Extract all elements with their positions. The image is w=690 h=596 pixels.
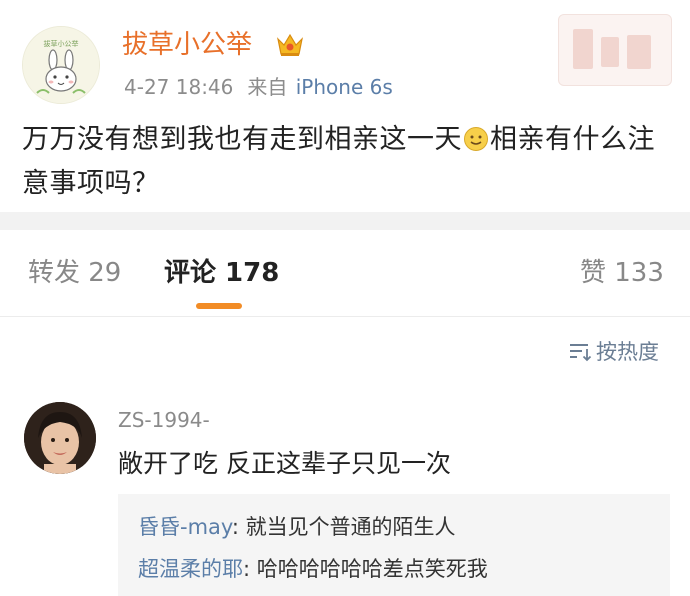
post-date: 4-27 18:46 [124,75,234,99]
section-separator [0,212,690,230]
post-text-part1: 万万没有想到我也有走到相亲这一天 [22,124,462,155]
reply-text: : 哈哈哈哈哈哈差点笑死我 [243,557,488,581]
post-source-device[interactable]: iPhone 6s [296,75,393,99]
active-tab-indicator [196,303,242,309]
post-source-prefix: 来自 [247,75,288,99]
tab-likes[interactable]: 赞 133 [580,255,664,291]
tab-reposts[interactable]: 转发 29 [28,255,121,291]
blurred-ad-image[interactable] [558,14,672,86]
reply-item: 超温柔的耶: 哈哈哈哈哈哈差点笑死我 [138,554,488,584]
portrait-avatar-icon [24,402,96,474]
crown-icon [277,33,303,56]
post-username[interactable]: 拔草小公举 [122,28,252,62]
reply-item: 昏昏-may: 就当见个普通的陌生人 [138,512,456,542]
weibo-post-page: 拔草小公举 拔草小公举 4-27 18:46 来自 iPhone 6s 万万没有想… [0,0,690,596]
tabs-divider [0,316,690,317]
smile-emoji-icon [464,127,488,151]
sort-by-hot-button[interactable]: 按热度 [568,338,659,366]
commenter-avatar[interactable] [24,402,96,474]
post-author-avatar[interactable]: 拔草小公举 [22,26,100,104]
post-meta: 4-27 18:46 来自 iPhone 6s [124,74,393,100]
avatar-text: 拔草小公举 [44,39,79,48]
reply-box[interactable]: 昏昏-may: 就当见个普通的陌生人 超温柔的耶: 哈哈哈哈哈哈差点笑死我 [118,494,670,596]
comment-text: 敞开了吃 反正这辈子只见一次 [118,449,451,478]
tab-comments[interactable]: 评论 178 [164,255,279,291]
sort-icon [570,344,592,362]
reply-username[interactable]: 昏昏-may [138,515,232,539]
post-content: 万万没有想到我也有走到相亲这一天 相亲有什么注意事项吗？ [22,118,672,206]
reply-username[interactable]: 超温柔的耶 [138,557,243,581]
reply-text: : 就当见个普通的陌生人 [231,515,456,539]
comment-username[interactable]: ZS-1994- [118,406,210,434]
sort-label: 按热度 [596,340,659,364]
bunny-avatar-icon: 拔草小公举 [23,27,99,103]
